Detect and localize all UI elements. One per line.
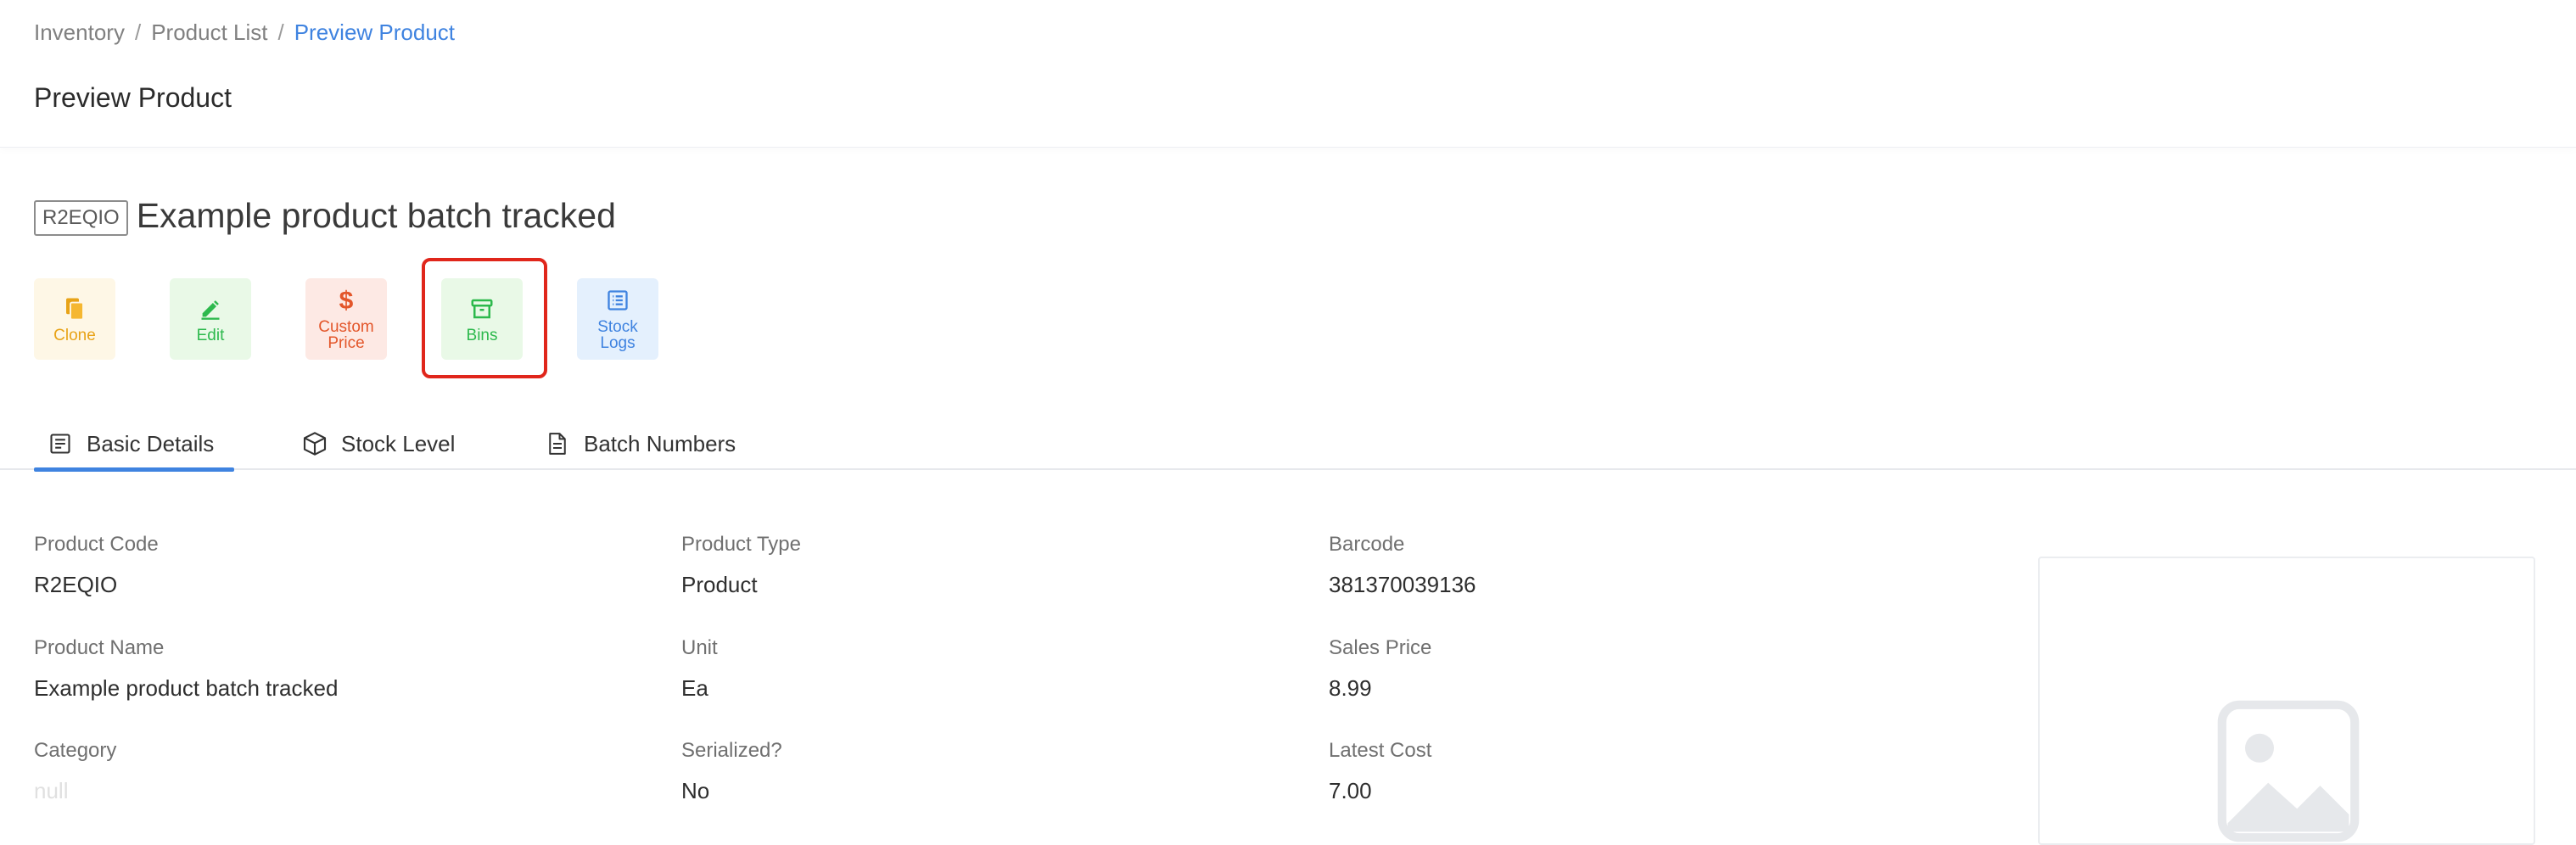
field-unit: Unit Ea (681, 635, 718, 702)
field-label: Product Type (681, 533, 801, 556)
product-name-heading: Example product batch tracked (136, 196, 616, 235)
field-value: R2EQIO (34, 572, 118, 597)
tab-basic-details[interactable]: Basic Details (34, 419, 234, 472)
field-value: Product (681, 572, 758, 597)
field-value: 8.99 (1329, 675, 1372, 701)
field-value: 7.00 (1329, 778, 1372, 803)
custom-price-label-line1: Custom (318, 318, 374, 336)
field-label: Latest Cost (1329, 739, 1432, 762)
field-product-type: Product Type Product (681, 531, 801, 599)
list-icon (604, 287, 631, 314)
copy-icon (61, 295, 88, 322)
detail-tabs: Basic Details Stock Level Batch Numbers (0, 419, 2576, 472)
tab-stock-level-label: Stock Level (341, 430, 456, 456)
product-code-tag: R2EQIO (34, 200, 128, 236)
field-label: Unit (681, 636, 718, 659)
bins-label: Bins (466, 326, 498, 344)
field-latest-cost: Latest Cost 7.00 (1329, 737, 1431, 805)
tab-batch-numbers[interactable]: Batch Numbers (543, 419, 736, 468)
custom-price-button[interactable]: $ Custom Price (305, 278, 387, 360)
field-label: Product Code (34, 533, 159, 556)
field-category: Category null (34, 737, 116, 805)
stock-logs-label-line1: Stock (597, 318, 638, 336)
edit-button[interactable]: Edit (170, 278, 251, 360)
field-value: Example product batch tracked (34, 675, 339, 701)
product-image-placeholder[interactable] (2038, 557, 2535, 845)
page-header: Inventory / Product List / Preview Product P… (0, 0, 2576, 148)
breadcrumb-product-list[interactable]: Product List (151, 20, 267, 45)
field-label: Serialized? (681, 739, 782, 762)
clone-label: Clone (53, 326, 96, 344)
field-value: Ea (681, 675, 708, 701)
field-value: null (34, 778, 69, 803)
breadcrumb-separator: / (277, 20, 284, 45)
field-product-code: Product Code R2EQIO (34, 531, 159, 599)
field-label: Barcode (1329, 533, 1405, 556)
field-label: Product Name (34, 636, 165, 659)
breadcrumb-separator: / (134, 20, 142, 45)
document-list-icon (46, 429, 75, 458)
breadcrumb-current: Preview Product (294, 20, 456, 45)
clone-button[interactable]: Clone (34, 278, 115, 360)
file-icon (543, 429, 572, 458)
page-title: Preview Product (34, 82, 232, 113)
image-placeholder-icon (2217, 700, 2360, 842)
field-label: Sales Price (1329, 636, 1432, 659)
custom-price-label-line2: Price (328, 334, 365, 352)
field-product-name: Product Name Example product batch track… (34, 635, 338, 702)
dollar-icon: $ (339, 286, 354, 315)
edit-label: Edit (196, 326, 225, 344)
tab-stock-level[interactable]: Stock Level (300, 419, 455, 468)
archive-box-icon (468, 295, 496, 322)
field-value: No (681, 778, 710, 803)
stock-logs-label-line2: Logs (600, 334, 636, 352)
bins-button[interactable]: Bins (441, 278, 523, 360)
tab-batch-numbers-label: Batch Numbers (584, 430, 736, 456)
tab-basic-details-label: Basic Details (87, 430, 215, 456)
cube-icon (300, 429, 329, 458)
field-label: Category (34, 739, 117, 762)
product-heading: R2EQIO Example product batch tracked (34, 193, 616, 238)
stock-logs-button[interactable]: Stock Logs (577, 278, 658, 360)
pencil-icon (197, 295, 224, 322)
breadcrumb: Inventory / Product List / Preview Product (34, 17, 455, 48)
field-barcode: Barcode 381370039136 (1329, 531, 1476, 599)
field-value: 381370039136 (1329, 572, 1476, 597)
field-serialized: Serialized? No (681, 737, 782, 805)
field-sales-price: Sales Price 8.99 (1329, 635, 1431, 702)
breadcrumb-inventory[interactable]: Inventory (34, 20, 125, 45)
